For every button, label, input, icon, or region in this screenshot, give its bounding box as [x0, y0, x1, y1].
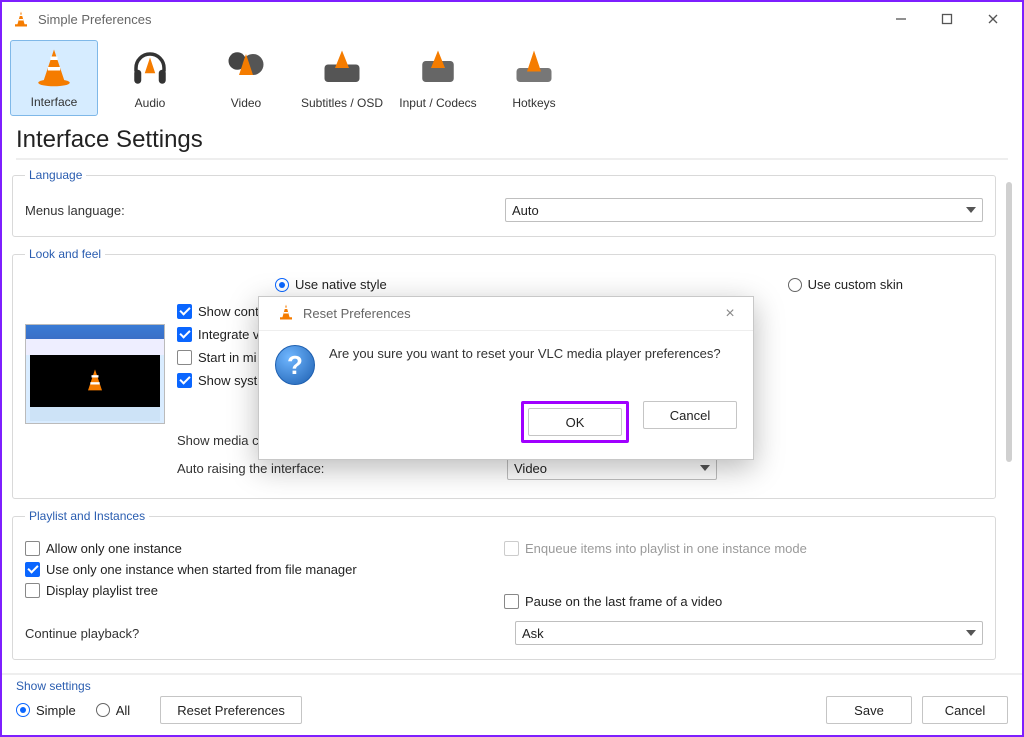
- scrollbar[interactable]: [1006, 182, 1012, 462]
- footer: Show settings Simple All Reset Preferenc…: [2, 673, 1022, 735]
- dialog-title: Reset Preferences: [303, 306, 411, 321]
- skin-preview-thumbnail: [25, 324, 165, 424]
- headphones-icon: [129, 47, 171, 92]
- window-title: Simple Preferences: [38, 12, 151, 27]
- tab-label: Hotkeys: [409, 96, 659, 110]
- category-tabs: Interface Audio Video Subtitles / OSD In…: [2, 36, 1022, 122]
- check-display-tree[interactable]: Display playlist tree: [25, 583, 504, 598]
- check-enqueue: Enqueue items into playlist in one insta…: [504, 541, 983, 556]
- menus-language-label: Menus language:: [25, 203, 275, 218]
- radio-simple[interactable]: Simple: [16, 703, 76, 718]
- cancel-button[interactable]: Cancel: [922, 696, 1008, 724]
- hotkey-icon: [513, 47, 555, 92]
- radio-custom-skin[interactable]: Use custom skin: [788, 277, 903, 292]
- maximize-button[interactable]: [924, 4, 970, 34]
- dialog-ok-button[interactable]: OK: [528, 408, 622, 436]
- radio-all[interactable]: All: [96, 703, 130, 718]
- reset-preferences-dialog: Reset Preferences × ? Are you sure you w…: [258, 296, 754, 460]
- show-settings-label: Show settings: [16, 679, 91, 693]
- ok-button-highlight: OK: [521, 401, 629, 443]
- vlc-cone-icon: [277, 303, 295, 324]
- minimize-button[interactable]: [878, 4, 924, 34]
- window-titlebar: Simple Preferences: [2, 2, 1022, 36]
- vlc-cone-icon: [12, 10, 30, 28]
- divider: [16, 158, 1008, 160]
- question-icon: ?: [275, 345, 315, 385]
- group-language: Language Menus language: Auto: [12, 168, 996, 237]
- menus-language-select[interactable]: Auto: [505, 198, 983, 222]
- group-legend: Playlist and Instances: [25, 509, 149, 523]
- dialog-cancel-button[interactable]: Cancel: [643, 401, 737, 429]
- film-icon: [225, 47, 267, 92]
- subtitle-icon: [321, 47, 363, 92]
- close-button[interactable]: [970, 4, 1016, 34]
- radio-native-style[interactable]: Use native style: [275, 277, 387, 292]
- tab-hotkeys[interactable]: Hotkeys: [490, 40, 578, 116]
- group-legend: Look and feel: [25, 247, 105, 261]
- continue-playback-select[interactable]: Ask: [515, 621, 983, 645]
- continue-playback-label: Continue playback?: [25, 626, 515, 641]
- dialog-message: Are you sure you want to reset your VLC …: [329, 345, 721, 385]
- cone-icon: [33, 46, 75, 91]
- save-button[interactable]: Save: [826, 696, 912, 724]
- check-one-instance-fm[interactable]: Use only one instance when started from …: [25, 562, 504, 577]
- reset-preferences-button[interactable]: Reset Preferences: [160, 696, 302, 724]
- check-pause-last-frame[interactable]: Pause on the last frame of a video: [504, 594, 983, 609]
- codec-icon: [417, 47, 459, 92]
- group-legend: Language: [25, 168, 86, 182]
- dialog-close-button[interactable]: ×: [715, 305, 745, 323]
- group-playlist: Playlist and Instances Allow only one in…: [12, 509, 996, 660]
- check-one-instance[interactable]: Allow only one instance: [25, 541, 504, 556]
- page-title: Interface Settings: [2, 122, 1022, 156]
- auto-raise-label: Auto raising the interface:: [177, 461, 507, 476]
- dialog-titlebar: Reset Preferences ×: [259, 297, 753, 331]
